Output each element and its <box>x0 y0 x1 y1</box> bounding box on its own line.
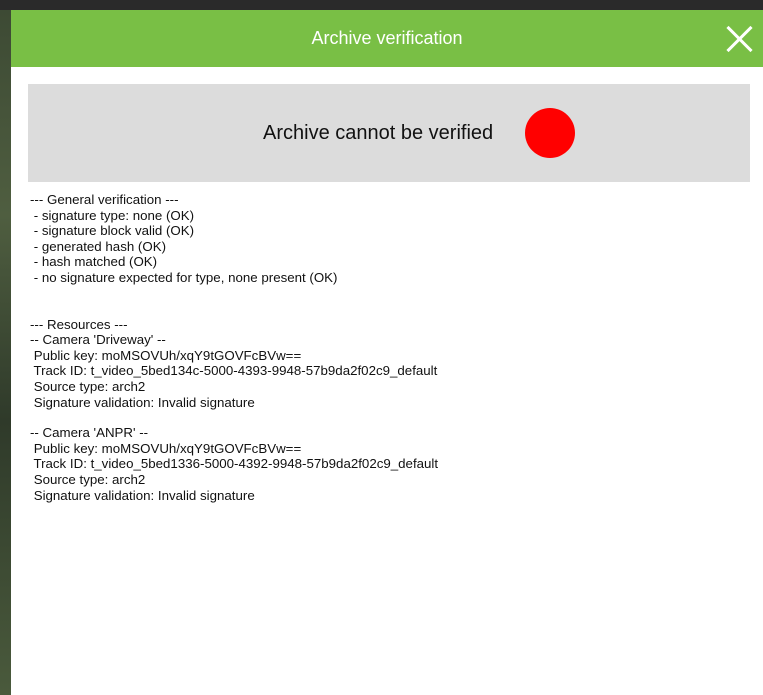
screen: Archive verification Archive cannot be v… <box>0 0 763 695</box>
camera-header: -- Camera 'Driveway' -- <box>30 332 166 348</box>
camera-source-type: Source type: arch2 <box>30 378 146 394</box>
general-item: - hash matched (OK) <box>30 254 158 270</box>
camera-signature-validation: Signature validation: Invalid signature <box>30 487 255 503</box>
dialog-title: Archive verification <box>311 28 463 48</box>
verification-log: --- General verification --- - signature… <box>30 192 750 503</box>
dialog-titlebar: Archive verification <box>11 10 763 67</box>
archive-verification-dialog: Archive verification Archive cannot be v… <box>11 10 763 695</box>
camera-track-id: Track ID: t_video_5bed1336-5000-4392-994… <box>30 456 439 472</box>
camera-public-key: Public key: moMSOVUh/xqY9tGOVFcBVw== <box>30 347 302 363</box>
general-item: - no signature expected for type, none p… <box>30 269 338 285</box>
camera-public-key: Public key: moMSOVUh/xqY9tGOVFcBVw== <box>30 440 302 456</box>
camera-header: -- Camera 'ANPR' -- <box>30 425 149 441</box>
verification-status-banner: Archive cannot be verified <box>28 84 750 182</box>
window-top-strip <box>0 0 763 10</box>
status-message: Archive cannot be verified <box>263 122 494 144</box>
camera-track-id: Track ID: t_video_5bed134c-5000-4393-994… <box>30 363 438 379</box>
camera-source-type: Source type: arch2 <box>30 471 146 487</box>
background-edge <box>0 10 11 695</box>
camera-signature-validation: Signature validation: Invalid signature <box>30 394 255 410</box>
close-icon[interactable] <box>725 24 755 54</box>
general-item: - generated hash (OK) <box>30 238 166 254</box>
general-item: - signature block valid (OK) <box>30 223 195 239</box>
status-indicator-icon <box>525 108 575 158</box>
resources-section-header: --- Resources --- <box>30 316 128 332</box>
general-item: - signature type: none (OK) <box>30 207 195 223</box>
general-section-header: --- General verification --- <box>30 192 179 207</box>
